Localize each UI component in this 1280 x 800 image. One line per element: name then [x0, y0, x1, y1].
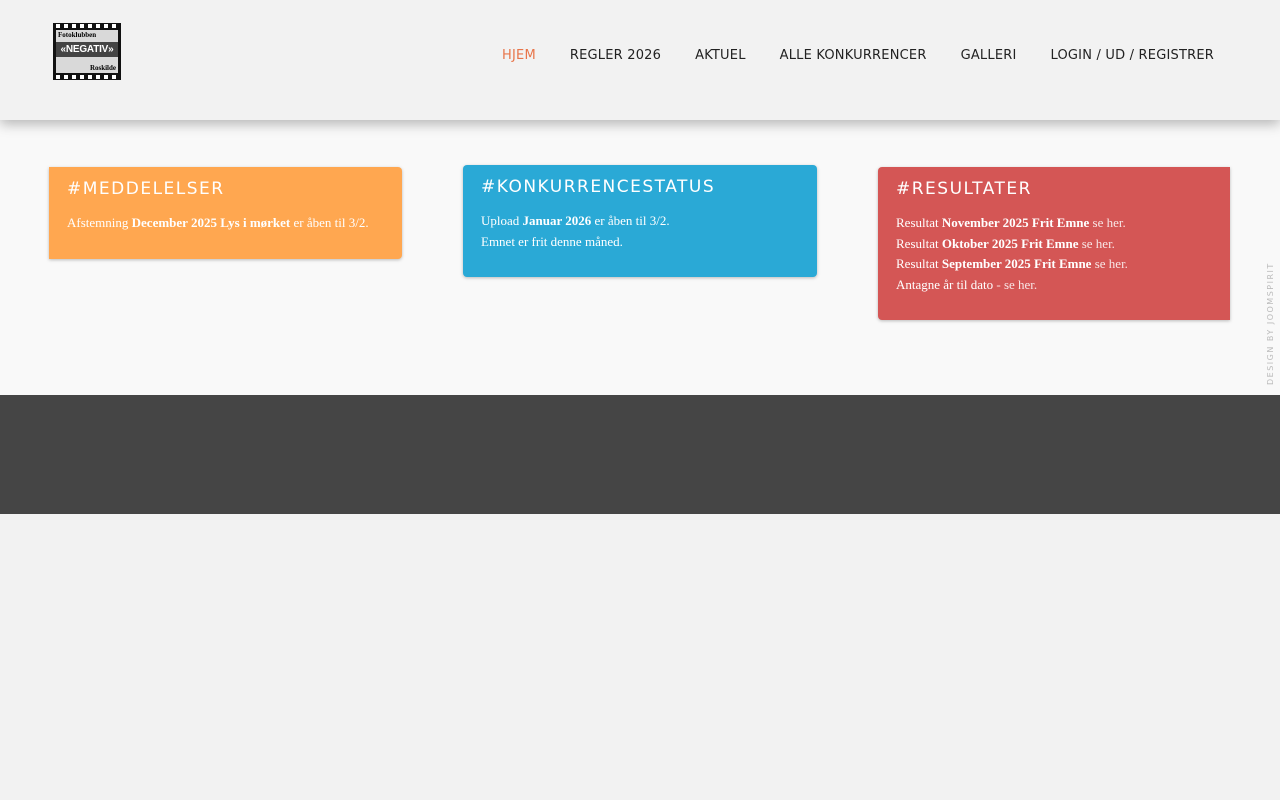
resultat-link[interactable]: se her.: [1091, 256, 1128, 271]
konkurrencestatus-line-2: Emnet er frit denne måned.: [481, 233, 623, 249]
meddelelser-card: #MEDDELELSER Afstemning December 2025 Ly…: [49, 167, 402, 259]
resultat-title: Oktober 2025 Frit Emne: [941, 235, 1079, 251]
resultat-link[interactable]: se her.: [1089, 215, 1126, 230]
nav-item-aktuel[interactable]: AKTUEL: [695, 48, 746, 63]
meddelelser-prefix: Afstemning: [67, 215, 132, 230]
resultat-prefix: Antagne år til dato: [896, 276, 994, 292]
logo-line-2: «NEGATIV»: [56, 42, 118, 57]
resultat-item: Resultat November 2025 Frit Emne se her.: [896, 215, 1126, 230]
meddelelser-title: #MEDDELELSER: [67, 179, 225, 199]
resultat-prefix: Resultat: [896, 215, 942, 230]
site-footer: [0, 395, 1280, 514]
resultater-title: #RESULTATER: [896, 179, 1032, 199]
logo-line-3: Roskilde: [89, 64, 116, 72]
design-credit[interactable]: DESIGN BY JOOMSPIRIT: [1266, 262, 1275, 385]
main-content: #MEDDELELSER Afstemning December 2025 Ly…: [0, 120, 1280, 395]
resultat-item: Antagne år til dato - se her.: [896, 277, 1037, 292]
site-logo[interactable]: Fotoklubben «NEGATIV» Roskilde: [53, 23, 121, 80]
meddelelser-link[interactable]: December 2025 Lys i mørket: [132, 215, 291, 230]
resultater-card: #RESULTATER Resultat November 2025 Frit …: [878, 167, 1230, 320]
nav-item-hjem[interactable]: HJEM: [502, 48, 536, 63]
resultat-prefix: Resultat: [896, 256, 942, 271]
main-nav: HJEM REGLER 2026 AKTUEL ALLE KONKURRENCE…: [502, 48, 1214, 63]
konkurrencestatus-title: #KONKURRENCESTATUS: [481, 177, 716, 197]
konkurrencestatus-card: #KONKURRENCESTATUS Upload Januar 2026 er…: [463, 165, 817, 277]
resultat-title: September 2025 Frit Emne: [941, 256, 1092, 271]
resultat-item: Resultat Oktober 2025 Frit Emne se her.: [896, 236, 1115, 251]
meddelelser-suffix: er åben til 3/2.: [290, 215, 369, 230]
site-header: Fotoklubben «NEGATIV» Roskilde HJEM REGL…: [0, 0, 1280, 120]
resultater-list: Resultat November 2025 Frit Emne se her.…: [896, 213, 1212, 295]
resultat-prefix: Resultat: [896, 235, 942, 251]
logo-frame: Fotoklubben «NEGATIV» Roskilde: [56, 30, 118, 73]
resultat-link[interactable]: se her.: [1078, 236, 1115, 251]
resultat-title: November 2025 Frit Emne: [941, 215, 1090, 230]
nav-item-regler[interactable]: REGLER 2026: [570, 48, 661, 63]
resultat-link[interactable]: - se her.: [993, 277, 1037, 292]
konkurrencestatus-text: Upload Januar 2026 er åben til 3/2. Emnet…: [481, 211, 799, 252]
nav-item-galleri[interactable]: GALLERI: [961, 48, 1017, 63]
film-holes-top: [56, 24, 118, 28]
meddelelser-text: Afstemning December 2025 Lys i mørket er…: [67, 213, 384, 234]
nav-item-alle-konkurrencer[interactable]: ALLE KONKURRENCER: [780, 48, 927, 63]
konkurrencestatus-prefix: Upload: [481, 213, 523, 228]
resultat-item: Resultat September 2025 Frit Emne se her…: [896, 256, 1128, 271]
film-holes-bottom: [56, 75, 118, 79]
konkurrencestatus-link[interactable]: Januar 2026: [523, 213, 592, 228]
logo-line-1: Fotoklubben: [58, 31, 97, 39]
konkurrencestatus-suffix: er åben til 3/2.: [591, 213, 670, 228]
nav-item-login[interactable]: LOGIN / UD / REGISTRER: [1051, 48, 1215, 63]
